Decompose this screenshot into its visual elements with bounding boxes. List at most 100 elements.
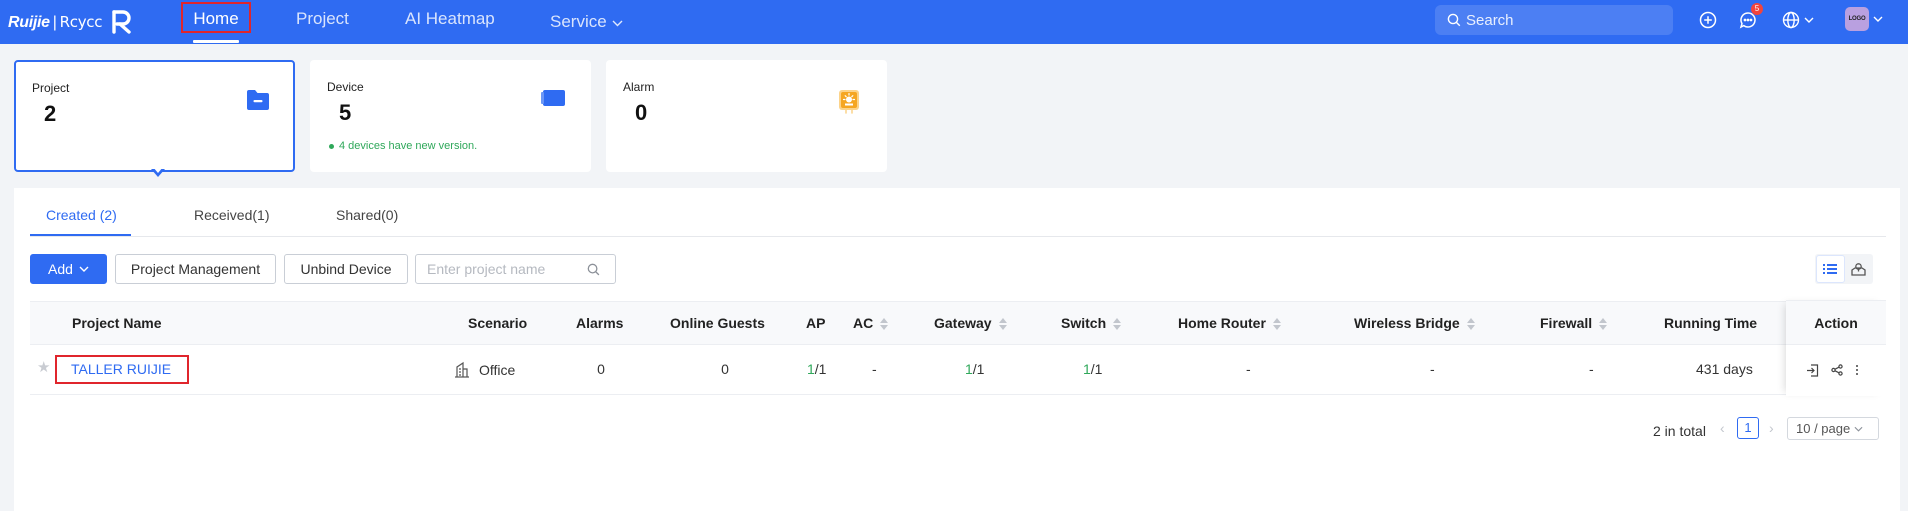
project-management-button[interactable]: Project Management	[115, 254, 276, 284]
view-mode-toggle	[1815, 254, 1873, 284]
project-summary-card[interactable]: Project 2	[14, 60, 295, 172]
running-time-cell: 431 days	[1696, 361, 1753, 377]
tab-created[interactable]: Created (2)	[46, 207, 117, 223]
status-dot	[329, 143, 334, 149]
chevron-down-icon	[1854, 426, 1863, 432]
global-search[interactable]	[1435, 5, 1673, 35]
chevron-down-icon	[79, 266, 89, 272]
search-icon	[587, 263, 600, 275]
col-firewall[interactable]: Firewall	[1540, 302, 1608, 345]
nav-service[interactable]: Service	[550, 0, 623, 44]
brand-wordmark: Ruijie | Rcycc	[8, 12, 103, 31]
scenario-cell: Office	[454, 345, 515, 394]
device-update-note[interactable]: 4 devices have new version.	[329, 140, 477, 152]
add-project-button[interactable]: Add	[30, 254, 107, 284]
top-navigation-bar: Ruijie | Rcycc Home Project AI Heatmap Ser…	[0, 0, 1908, 44]
nav-service-label: Service	[550, 12, 607, 31]
col-project-name: Project Name	[72, 315, 162, 331]
ap-cell[interactable]: 1/1	[807, 345, 826, 394]
pagination-current-page[interactable]: 1	[1737, 417, 1759, 439]
list-view-button[interactable]	[1816, 255, 1845, 283]
project-name-link[interactable]: TALLER RUIJIE	[55, 355, 189, 384]
nav-project[interactable]: Project	[296, 0, 349, 44]
folder-icon	[247, 90, 269, 110]
wireless-bridge-cell: -	[1430, 361, 1435, 377]
pagination-prev-icon[interactable]: ‹	[1720, 420, 1725, 436]
plus-circle-icon	[1699, 11, 1717, 29]
globe-icon	[1782, 11, 1800, 29]
col-action: Action	[1786, 300, 1886, 345]
page-size-select[interactable]: 10 / page	[1787, 417, 1879, 440]
map-view-button[interactable]	[1845, 255, 1873, 283]
project-search-input[interactable]	[427, 261, 587, 277]
col-home-router[interactable]: Home Router	[1178, 302, 1281, 345]
chevron-down-icon	[612, 20, 623, 26]
office-building-icon	[455, 361, 469, 378]
sort-icon	[1466, 317, 1475, 330]
alarm-card-label: Alarm	[623, 80, 655, 94]
col-switch[interactable]: Switch	[1061, 302, 1122, 345]
share-icon[interactable]	[1831, 364, 1843, 376]
sort-icon	[880, 317, 889, 330]
nav-ai-heatmap[interactable]: AI Heatmap	[405, 0, 495, 44]
tab-received[interactable]: Received(1)	[194, 207, 269, 223]
online-guests-cell: 0	[721, 361, 729, 377]
device-update-text: 4 devices have new version.	[339, 140, 478, 152]
favorite-star-icon[interactable]: ★	[37, 358, 50, 378]
alarm-count: 0	[635, 100, 648, 125]
alarm-icon	[839, 90, 859, 114]
alarm-summary-card[interactable]: Alarm 0	[606, 60, 887, 172]
messages-button[interactable]: 5	[1737, 3, 1763, 31]
ac-cell: -	[872, 361, 877, 377]
nav-home[interactable]: Home	[181, 0, 251, 44]
page-size-value: 10 / page	[1796, 421, 1851, 436]
selected-card-pointer	[151, 167, 165, 177]
project-card-label: Project	[32, 81, 70, 95]
table-row: ★ TALLER RUIJIE Office 0 0 1/1 - 1/1 1/1…	[30, 345, 1886, 395]
col-ac[interactable]: AC	[853, 302, 889, 345]
alarms-cell: 0	[597, 361, 605, 377]
tab-shared[interactable]: Shared(0)	[336, 207, 398, 223]
project-tabs: Created (2) Received(1) Shared(0)	[30, 188, 1886, 237]
sort-icon	[1272, 317, 1281, 330]
sort-icon	[998, 317, 1007, 330]
list-icon	[1823, 264, 1838, 274]
highlight-box	[181, 2, 251, 33]
col-wireless-bridge[interactable]: Wireless Bridge	[1354, 302, 1475, 345]
device-summary-card[interactable]: Device 5 4 devices have new version.	[310, 60, 591, 172]
brand-mark-icon	[112, 10, 131, 34]
col-scenario: Scenario	[468, 315, 528, 331]
add-button[interactable]	[1697, 9, 1719, 31]
device-count: 5	[339, 100, 352, 125]
search-icon	[1447, 13, 1461, 27]
switch-cell[interactable]: 1/1	[1083, 345, 1102, 394]
col-online-guests: Online Guests	[670, 315, 765, 331]
col-gateway[interactable]: Gateway	[934, 302, 1007, 345]
project-table-header: Project Name Scenario Alarms Online Gues…	[30, 301, 1886, 345]
unbind-device-button[interactable]: Unbind Device	[284, 254, 408, 284]
device-icon	[541, 90, 565, 106]
add-project-label: Add	[48, 261, 73, 277]
project-search[interactable]	[415, 254, 616, 284]
language-selector[interactable]	[1782, 9, 1820, 31]
sort-icon	[1599, 317, 1608, 330]
row-actions	[1806, 345, 1859, 395]
brand-logo[interactable]: Ruijie | Rcycc	[8, 8, 136, 36]
gateway-cell[interactable]: 1/1	[965, 345, 984, 394]
col-ap: AP	[806, 315, 826, 331]
nav-active-indicator	[193, 40, 239, 43]
pagination-next-icon[interactable]: ›	[1769, 420, 1774, 436]
global-search-input[interactable]	[1466, 11, 1666, 29]
avatar: LOGO	[1845, 7, 1869, 31]
device-card-label: Device	[327, 80, 364, 94]
action-column: Action	[1786, 300, 1886, 396]
user-menu[interactable]: LOGO	[1845, 7, 1883, 31]
map-icon	[1851, 263, 1866, 276]
sort-icon	[1113, 317, 1122, 330]
message-count-badge: 5	[1751, 3, 1763, 15]
pagination-total: 2 in total	[1653, 423, 1706, 439]
project-count: 2	[44, 101, 57, 126]
firewall-cell: -	[1589, 361, 1594, 377]
enter-project-icon[interactable]	[1806, 363, 1819, 377]
more-options-icon[interactable]	[1855, 364, 1859, 376]
